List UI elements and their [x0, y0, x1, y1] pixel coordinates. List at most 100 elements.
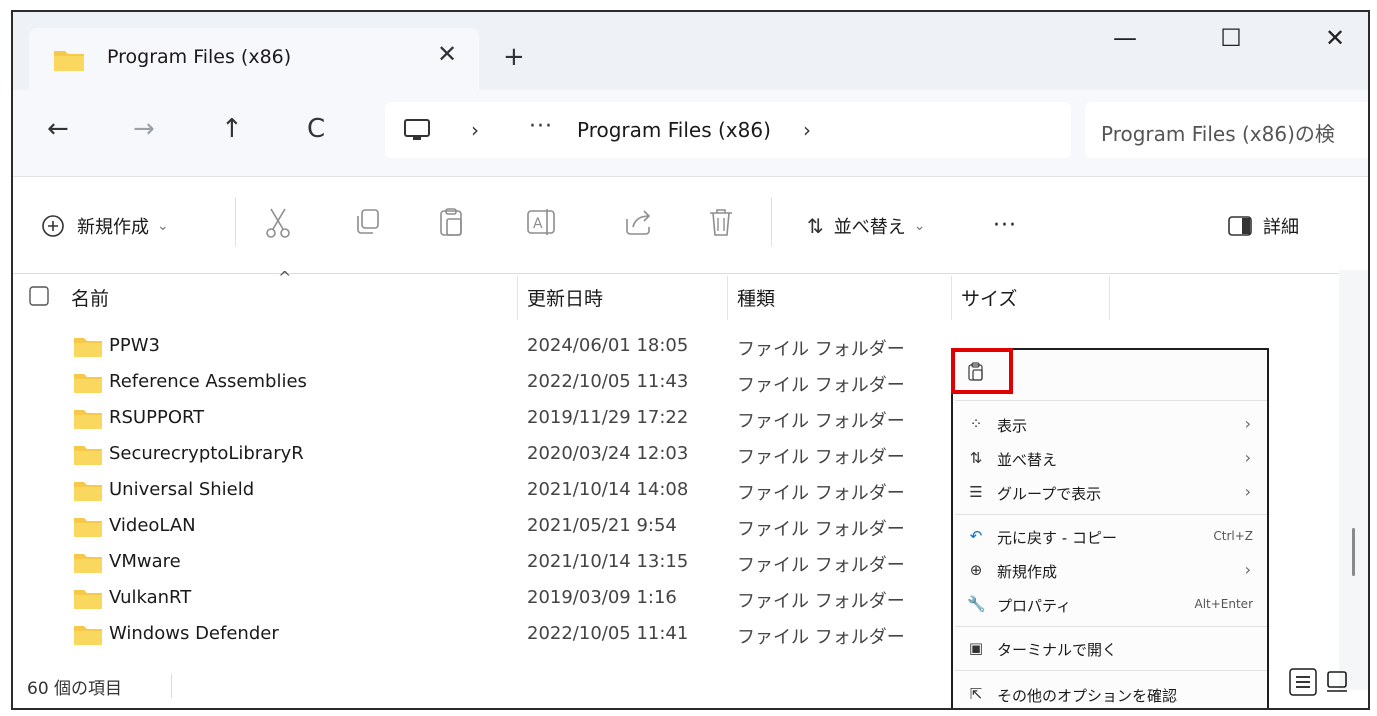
- address-bar[interactable]: › ··· Program Files (x86) ›: [385, 102, 1071, 158]
- file-date: 2021/10/14 13:15: [527, 551, 689, 572]
- file-type: ファイル フォルダー: [737, 483, 905, 504]
- divider: [171, 674, 172, 698]
- more-path-button[interactable]: ···: [529, 114, 553, 139]
- folder-icon: [74, 590, 102, 609]
- column-header-size[interactable]: サイズ: [961, 284, 1017, 311]
- new-icon: ⊕: [969, 561, 983, 579]
- more-options-button[interactable]: ···: [993, 213, 1017, 238]
- rename-icon[interactable]: A: [525, 207, 559, 237]
- divider: [955, 514, 1267, 515]
- tab-title: Program Files (x86): [107, 46, 292, 68]
- back-button[interactable]: ←: [47, 114, 69, 144]
- menu-item-group-by[interactable]: ☰ グループで表示 ›: [953, 476, 1267, 508]
- divider: [13, 273, 1368, 274]
- column-divider[interactable]: [1109, 276, 1110, 320]
- divider: [955, 670, 1267, 671]
- sort-icon: ⇅: [807, 214, 824, 238]
- menu-item-label: その他のオプションを確認: [997, 687, 1178, 705]
- menu-item-label: 新規作成: [997, 563, 1058, 581]
- tab-program-files[interactable]: Program Files (x86) ✕: [29, 28, 479, 90]
- menu-item-label: 表示: [997, 417, 1028, 435]
- title-bar: Program Files (x86) ✕ + — ☐ ✕: [13, 12, 1368, 90]
- details-view-icon[interactable]: [1289, 668, 1317, 696]
- file-type: ファイル フォルダー: [737, 375, 905, 396]
- chevron-right-icon: ›: [1244, 414, 1251, 433]
- group-icon: ☰: [969, 483, 983, 501]
- up-button[interactable]: ↑: [221, 114, 243, 144]
- file-type: ファイル フォルダー: [737, 519, 905, 540]
- file-type: ファイル フォルダー: [737, 627, 905, 648]
- close-window-button[interactable]: ✕: [1315, 24, 1355, 52]
- context-menu: ⁘ 表示 › ⇅ 並べ替え › ☰ グループで表示 › ↶ 元に戻す - コピー…: [951, 348, 1269, 708]
- new-tab-button[interactable]: +: [503, 42, 525, 72]
- file-explorer-window: Program Files (x86) ✕ + — ☐ ✕ ← → ↑ C › …: [11, 10, 1370, 710]
- view-icon: ⁘: [969, 415, 983, 433]
- search-input[interactable]: Program Files (x86)の検: [1101, 118, 1335, 147]
- column-header-date[interactable]: 更新日時: [527, 284, 603, 311]
- chevron-right-icon[interactable]: ›: [471, 118, 479, 142]
- folder-icon: [74, 374, 102, 393]
- menu-item-sort[interactable]: ⇅ 並べ替え ›: [953, 442, 1267, 474]
- chevron-right-icon: ›: [1244, 482, 1251, 501]
- file-date: 2019/03/09 1:16: [527, 587, 677, 608]
- chevron-right-icon: ›: [1244, 560, 1251, 579]
- menu-item-properties[interactable]: 🔧 プロパティ Alt+Enter: [953, 588, 1267, 620]
- file-date: 2021/05/21 9:54: [527, 515, 677, 536]
- details-pane-button[interactable]: 詳細: [1227, 213, 1299, 239]
- delete-icon[interactable]: [707, 207, 735, 239]
- paste-icon[interactable]: [437, 207, 467, 239]
- chevron-right-icon[interactable]: ›: [803, 118, 811, 142]
- column-divider[interactable]: [727, 276, 728, 320]
- file-type: ファイル フォルダー: [737, 555, 905, 576]
- divider: [771, 197, 772, 247]
- file-name: SecurecryptoLibraryR: [109, 443, 304, 464]
- menu-item-new[interactable]: ⊕ 新規作成 ›: [953, 554, 1267, 586]
- file-name: Windows Defender: [109, 623, 279, 644]
- file-name: VMware: [109, 551, 181, 572]
- shortcut-label: Ctrl+Z: [1213, 529, 1253, 543]
- chevron-right-icon: ›: [1244, 448, 1251, 467]
- menu-item-undo-copy[interactable]: ↶ 元に戻す - コピー Ctrl+Z: [953, 520, 1267, 552]
- breadcrumb-program-files[interactable]: Program Files (x86): [577, 118, 771, 142]
- file-type: ファイル フォルダー: [737, 447, 905, 468]
- navigation-bar: ← → ↑ C › ··· Program Files (x86) › Prog…: [13, 90, 1368, 176]
- scrollbar-thumb[interactable]: [1352, 528, 1355, 576]
- file-date: 2020/03/24 12:03: [527, 443, 689, 464]
- chevron-down-icon: ⌄: [913, 218, 926, 234]
- copy-icon[interactable]: [353, 207, 383, 237]
- file-type: ファイル フォルダー: [737, 339, 905, 360]
- menu-item-open-terminal[interactable]: ▣ ターミナルで開く: [953, 632, 1267, 664]
- sort-button[interactable]: ⇅ 並べ替え ⌄: [807, 213, 926, 239]
- divider: [235, 197, 236, 247]
- refresh-button[interactable]: C: [307, 114, 325, 144]
- menu-item-label: プロパティ: [997, 597, 1072, 615]
- sort-ascending-icon: ^: [278, 268, 292, 287]
- forward-button[interactable]: →: [133, 114, 155, 144]
- column-header-name[interactable]: 名前: [71, 284, 109, 311]
- column-header-type[interactable]: 種類: [737, 284, 775, 311]
- menu-item-label: 並べ替え: [997, 451, 1058, 469]
- file-date: 2021/10/14 14:08: [527, 479, 689, 500]
- vertical-scrollbar[interactable]: [1339, 270, 1368, 690]
- file-date: 2024/06/01 18:05: [527, 335, 689, 356]
- minimize-button[interactable]: —: [1105, 24, 1145, 52]
- folder-icon: [74, 626, 102, 645]
- menu-item-view[interactable]: ⁘ 表示 ›: [953, 408, 1267, 440]
- file-name: Reference Assemblies: [109, 371, 307, 392]
- tab-close-icon[interactable]: ✕: [437, 40, 457, 68]
- folder-icon: [74, 554, 102, 573]
- maximize-button[interactable]: ☐: [1211, 24, 1251, 52]
- file-type: ファイル フォルダー: [737, 591, 905, 612]
- share-icon[interactable]: [623, 207, 653, 237]
- search-box[interactable]: Program Files (x86)の検: [1085, 102, 1368, 158]
- menu-item-label: 元に戻す - コピー: [997, 529, 1117, 547]
- new-button[interactable]: 新規作成 ⌄: [41, 213, 169, 239]
- select-all-checkbox[interactable]: [29, 286, 49, 306]
- menu-item-more-options[interactable]: ⇱ その他のオプションを確認: [953, 678, 1267, 708]
- column-divider[interactable]: [951, 276, 952, 320]
- large-icons-view-icon[interactable]: [1323, 668, 1351, 696]
- highlight-box: [951, 348, 1013, 394]
- cut-icon[interactable]: [263, 207, 293, 239]
- menu-item-label: ターミナルで開く: [997, 641, 1118, 659]
- column-divider[interactable]: [517, 276, 518, 320]
